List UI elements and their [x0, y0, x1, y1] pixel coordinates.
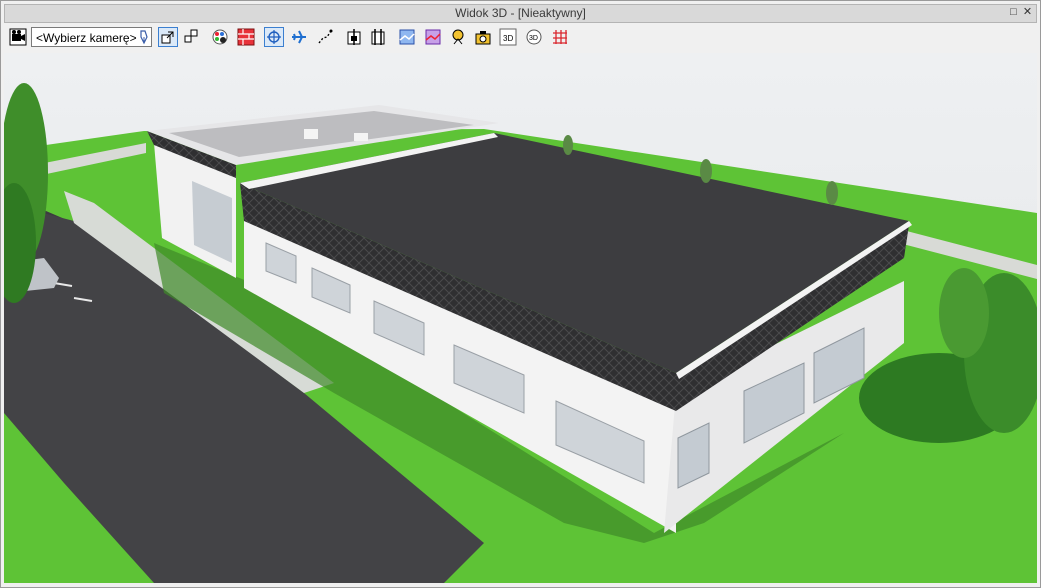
camera-icon [9, 28, 27, 46]
render-1-button[interactable] [397, 27, 417, 47]
camera-adjust-icon [140, 30, 148, 45]
camera-button[interactable] [8, 27, 28, 47]
render-1-icon [399, 29, 415, 45]
render-2-icon [425, 29, 441, 45]
walk-path-button[interactable] [315, 27, 335, 47]
title-bar: Widok 3D - [Nieaktywny] □ ✕ [4, 4, 1037, 23]
walls-icon [237, 28, 255, 46]
window-mode-2-button[interactable] [182, 27, 202, 47]
walls-button[interactable] [236, 27, 256, 47]
fly-button[interactable] [289, 27, 309, 47]
section-2-icon [371, 29, 385, 45]
view-3d-icon: 3D [499, 28, 517, 46]
section-1-button[interactable] [344, 27, 364, 47]
photo-2-button[interactable] [473, 27, 493, 47]
camera-adjust-button[interactable] [134, 27, 154, 47]
close-button[interactable]: ✕ [1021, 6, 1034, 19]
section-2-button[interactable] [368, 27, 388, 47]
toolbar: <Wybierz kamerę> 3D 3D [4, 25, 1037, 51]
walk-path-icon [318, 29, 333, 44]
roof-vent [304, 129, 318, 139]
color-palette-icon [212, 29, 228, 45]
camera-select-value: <Wybierz kamerę> [36, 31, 137, 45]
grid-3d-button[interactable] [550, 27, 570, 47]
color-palette-button[interactable] [210, 27, 230, 47]
3d-viewport[interactable] [4, 53, 1037, 583]
grid-3d-icon [553, 30, 567, 44]
building-render [4, 53, 1037, 583]
view-3d-button[interactable]: 3D [498, 27, 518, 47]
window-title: Widok 3D - [Nieaktywny] [455, 6, 586, 20]
photo-1-icon [452, 29, 464, 45]
fly-icon [292, 30, 306, 44]
render-2-button[interactable] [423, 27, 443, 47]
orbit-icon [267, 30, 281, 44]
restore-button[interactable]: □ [1007, 6, 1020, 19]
window-mode-2-icon [184, 29, 198, 43]
window-mode-1-button[interactable] [158, 27, 178, 47]
window-3d-view: Widok 3D - [Nieaktywny] □ ✕ <Wybierz kam… [0, 0, 1041, 588]
section-1-icon [347, 29, 361, 45]
orbit-button[interactable] [264, 27, 284, 47]
rotate-3d-button[interactable]: 3D [524, 27, 544, 47]
svg-text:3D: 3D [529, 35, 538, 42]
rotate-3d-icon: 3D [526, 29, 542, 45]
photo-2-icon [475, 31, 491, 45]
roof-vent [354, 133, 368, 141]
window-mode-1-icon [161, 31, 174, 44]
svg-text:3D: 3D [503, 34, 513, 43]
photo-1-button[interactable] [448, 27, 468, 47]
